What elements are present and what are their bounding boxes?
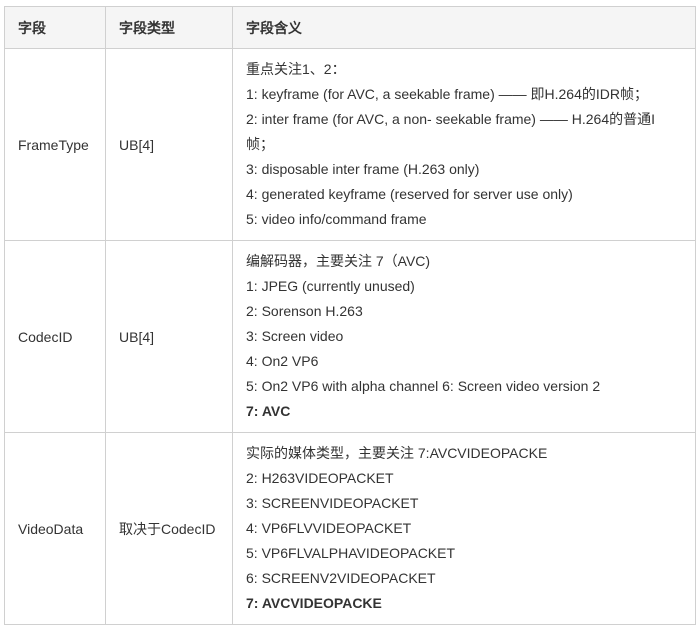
meaning-line: 5: VP6FLVALPHAVIDEOPACKET <box>246 545 456 561</box>
field-cell: VideoData <box>4 432 106 625</box>
meaning-line: 3: disposable inter frame (H.263 only) <box>246 161 480 177</box>
type-cell: UB[4] <box>105 48 233 241</box>
field-cell: CodecID <box>4 240 106 433</box>
meaning-line: 3: SCREENVIDEOPACKET <box>246 495 419 511</box>
meaning-line: 7: AVCVIDEOPACKE <box>246 595 382 611</box>
meaning-line: 4: On2 VP6 <box>246 353 319 369</box>
field-cell: FrameType <box>4 48 106 241</box>
header-field: 字段 <box>4 6 106 49</box>
meaning-line: 4: generated keyframe (reserved for serv… <box>246 186 573 202</box>
meaning-line: 3: Screen video <box>246 328 344 344</box>
meaning-line: 实际的媒体类型，主要关注 7:AVCVIDEOPACKE <box>246 445 548 461</box>
field-table: 字段 字段类型 字段含义 FrameType UB[4] 重点关注1、2： 1: ke… <box>4 6 696 625</box>
meaning-line: 1: keyframe (for AVC, a seekable frame) … <box>246 86 648 102</box>
type-cell: 取决于CodecID <box>105 432 233 625</box>
meaning-line: 1: JPEG (currently unused) <box>246 278 415 294</box>
meaning-cell: 实际的媒体类型，主要关注 7:AVCVIDEOPACKE 2: H263VIDEO… <box>232 432 696 625</box>
meaning-line: 6: SCREENV2VIDEOPACKET <box>246 570 436 586</box>
meaning-line: 编解码器，主要关注 7（AVC) <box>246 253 431 269</box>
meaning-line: 重点关注1、2： <box>246 61 346 77</box>
meaning-line: 2: inter frame (for AVC, a non- seekable… <box>246 111 656 152</box>
header-meaning: 字段含义 <box>232 6 696 49</box>
meaning-line: 5: On2 VP6 with alpha channel 6: Screen … <box>246 378 601 394</box>
table-row: VideoData 取决于CodecID 实际的媒体类型，主要关注 7:AVCVID… <box>4 432 696 625</box>
header-row: 字段 字段类型 字段含义 <box>4 6 696 49</box>
meaning-line: 2: H263VIDEOPACKET <box>246 470 394 486</box>
type-cell: UB[4] <box>105 240 233 433</box>
table-row: CodecID UB[4] 编解码器，主要关注 7（AVC) 1: JPEG (cur… <box>4 240 696 433</box>
meaning-line: 7: AVC <box>246 403 291 419</box>
meaning-line: 2: Sorenson H.263 <box>246 303 363 319</box>
meaning-cell: 重点关注1、2： 1: keyframe (for AVC, a seekable… <box>232 48 696 241</box>
table-row: FrameType UB[4] 重点关注1、2： 1: keyframe (for A… <box>4 48 696 241</box>
meaning-line: 5: video info/command frame <box>246 211 427 227</box>
meaning-line: 4: VP6FLVVIDEOPACKET <box>246 520 412 536</box>
meaning-cell: 编解码器，主要关注 7（AVC) 1: JPEG (currently unuse… <box>232 240 696 433</box>
header-type: 字段类型 <box>105 6 233 49</box>
